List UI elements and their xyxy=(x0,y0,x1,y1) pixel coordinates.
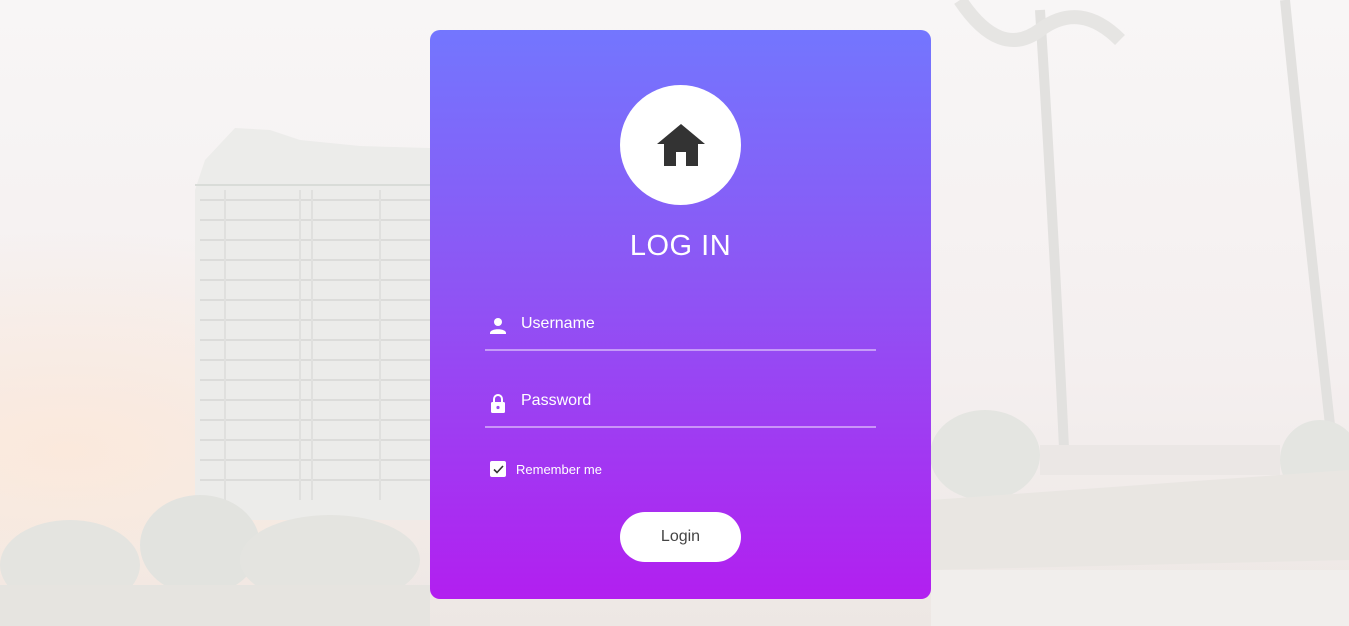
page-title: LOG IN xyxy=(629,230,732,262)
avatar xyxy=(620,85,741,205)
username-input[interactable] xyxy=(521,307,861,341)
username-field xyxy=(485,303,876,351)
password-field xyxy=(485,380,876,428)
remember-checkbox[interactable] xyxy=(490,461,506,477)
check-icon xyxy=(492,464,504,474)
person-icon xyxy=(490,318,506,334)
lock-icon xyxy=(491,394,505,413)
login-button[interactable]: Login xyxy=(620,512,741,562)
remember-me[interactable]: Remember me xyxy=(490,461,602,477)
remember-label: Remember me xyxy=(516,461,602,477)
password-input[interactable] xyxy=(521,384,861,418)
home-icon xyxy=(656,124,705,166)
login-card: LOG IN Remember me Login xyxy=(430,30,931,599)
